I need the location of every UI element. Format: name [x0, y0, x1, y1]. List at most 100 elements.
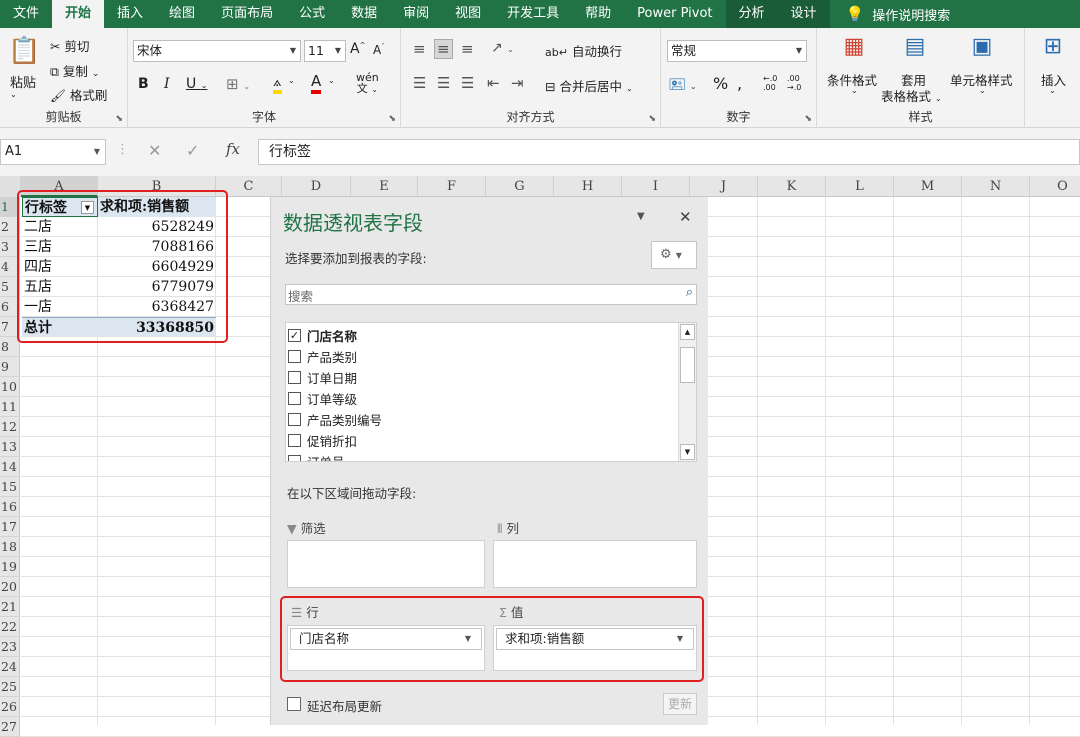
tell-me-search[interactable]: 💡 操作说明搜索: [830, 5, 951, 24]
increase-decimal-icon[interactable]: ←.0.00: [763, 74, 777, 92]
chevron-down-icon[interactable]: ⌄: [10, 90, 17, 99]
font-color-icon[interactable]: A: [311, 73, 322, 94]
row-header-15[interactable]: 15: [0, 477, 20, 497]
dialog-launcher-icon[interactable]: ⬊: [648, 114, 656, 124]
tab-review[interactable]: 审阅: [390, 0, 442, 28]
row-header-12[interactable]: 12: [0, 417, 20, 437]
chevron-down-icon[interactable]: ⌄: [851, 86, 858, 95]
column-header-O[interactable]: O: [1030, 176, 1080, 197]
column-header-D[interactable]: D: [282, 176, 351, 197]
row-header-10[interactable]: 10: [0, 377, 20, 397]
chevron-down-icon[interactable]: ⌄: [1049, 86, 1056, 95]
row-header-19[interactable]: 19: [0, 557, 20, 577]
field-item[interactable]: 订单等级: [288, 388, 357, 408]
column-header-G[interactable]: G: [486, 176, 554, 197]
scroll-thumb[interactable]: [680, 347, 695, 383]
row-header-13[interactable]: 13: [0, 437, 20, 457]
defer-update-checkbox[interactable]: [287, 697, 301, 711]
tab-file[interactable]: 文件: [0, 0, 52, 28]
enter-icon[interactable]: ✓: [186, 141, 199, 160]
decrease-font-icon[interactable]: Aˇ: [373, 43, 385, 57]
close-icon[interactable]: ✕: [679, 208, 692, 226]
row-header-9[interactable]: 9: [0, 357, 20, 377]
orientation-icon[interactable]: ↗ ⌄: [491, 40, 514, 56]
field-checkbox[interactable]: [288, 433, 301, 447]
row-header-17[interactable]: 17: [0, 517, 20, 537]
field-item[interactable]: 订单号: [288, 451, 345, 461]
row-header-24[interactable]: 24: [0, 657, 20, 677]
border-icon[interactable]: ⊞ ⌄: [226, 75, 250, 93]
decrease-decimal-icon[interactable]: .00 →.0: [787, 74, 801, 92]
paste-button[interactable]: 粘贴: [10, 72, 36, 91]
field-checkbox[interactable]: ✓: [288, 328, 301, 342]
name-box[interactable]: A1 ▼: [0, 139, 106, 165]
chevron-down-icon[interactable]: ⌄: [328, 76, 335, 85]
number-format-select[interactable]: 常规 ▼: [667, 40, 807, 62]
font-name-select[interactable]: 宋体 ▼: [133, 40, 301, 62]
row-header-18[interactable]: 18: [0, 537, 20, 557]
scroll-down-icon[interactable]: ▼: [680, 444, 695, 460]
tab-help[interactable]: 帮助: [572, 0, 624, 28]
row-header-22[interactable]: 22: [0, 617, 20, 637]
columns-drop-area[interactable]: [493, 540, 697, 588]
paste-icon[interactable]: 📋: [8, 36, 40, 70]
field-item[interactable]: 订单日期: [288, 367, 357, 387]
wrap-text-button[interactable]: ab↵ 自动换行: [545, 41, 622, 60]
tab-draw[interactable]: 绘图: [156, 0, 208, 28]
chevron-down-icon[interactable]: ⌄: [979, 86, 986, 95]
increase-font-icon[interactable]: A^: [350, 41, 365, 57]
font-size-select[interactable]: 11 ▼: [304, 40, 346, 62]
row-header-23[interactable]: 23: [0, 637, 20, 657]
conditional-format-icon[interactable]: ▦: [839, 34, 869, 64]
field-item[interactable]: 产品类别编号: [288, 409, 382, 429]
field-checkbox[interactable]: [288, 370, 301, 384]
phonetic-icon[interactable]: wén 文 ⌄: [356, 72, 379, 95]
settings-gear-button[interactable]: ⚙ ▼: [651, 241, 697, 269]
field-item[interactable]: 促销折扣: [288, 430, 357, 450]
italic-icon[interactable]: I: [164, 76, 170, 92]
bold-icon[interactable]: B: [138, 76, 149, 92]
column-header-F[interactable]: F: [418, 176, 486, 197]
underline-icon[interactable]: U ⌄: [186, 76, 207, 92]
row-header-14[interactable]: 14: [0, 457, 20, 477]
formula-input[interactable]: 行标签: [258, 139, 1080, 165]
cell-styles-icon[interactable]: ▣: [967, 34, 997, 64]
row-header-27[interactable]: 27: [0, 717, 20, 737]
column-header-I[interactable]: I: [622, 176, 690, 197]
tab-data[interactable]: 数据: [338, 0, 390, 28]
tab-analyze[interactable]: 分析: [725, 0, 778, 28]
field-search-input[interactable]: 搜索 ⌕: [285, 284, 697, 305]
insert-function-icon[interactable]: fx: [226, 140, 240, 158]
cut-button[interactable]: ✂ 剪切: [50, 36, 89, 55]
chevron-down-icon[interactable]: ⌄: [288, 76, 295, 85]
comma-icon[interactable]: ,: [737, 74, 742, 93]
tab-home[interactable]: 开始: [52, 0, 105, 28]
column-header-H[interactable]: H: [554, 176, 622, 197]
row-header-11[interactable]: 11: [0, 397, 20, 417]
update-button[interactable]: 更新: [663, 693, 697, 715]
scroll-up-icon[interactable]: ▲: [680, 324, 695, 340]
row-header-21[interactable]: 21: [0, 597, 20, 617]
column-header-N[interactable]: N: [962, 176, 1030, 197]
field-item[interactable]: ✓ 门店名称: [288, 325, 357, 345]
dialog-launcher-icon[interactable]: ⬊: [804, 114, 812, 124]
dialog-launcher-icon[interactable]: ⬊: [388, 114, 396, 124]
column-header-J[interactable]: J: [690, 176, 758, 197]
row-header-20[interactable]: 20: [0, 577, 20, 597]
row-header-16[interactable]: 16: [0, 497, 20, 517]
field-item[interactable]: 产品类别: [288, 346, 357, 366]
filter-drop-area[interactable]: [287, 540, 485, 588]
field-list-scrollbar[interactable]: ▲ ▼: [678, 323, 696, 461]
tab-formulas[interactable]: 公式: [286, 0, 338, 28]
field-checkbox[interactable]: [288, 391, 301, 405]
align-bottom-icon[interactable]: ≡: [461, 40, 474, 58]
align-center-icon[interactable]: ☰: [437, 74, 450, 92]
cancel-icon[interactable]: ✕: [148, 141, 161, 160]
column-header-L[interactable]: L: [826, 176, 894, 197]
field-checkbox[interactable]: [288, 454, 301, 461]
percent-icon[interactable]: %: [713, 74, 728, 93]
align-left-icon[interactable]: ☰: [413, 74, 426, 92]
format-as-table-icon[interactable]: ▤: [900, 34, 930, 64]
format-painter-button[interactable]: 🖌 格式刷: [50, 85, 107, 104]
pane-options-icon[interactable]: ▼: [637, 211, 645, 222]
